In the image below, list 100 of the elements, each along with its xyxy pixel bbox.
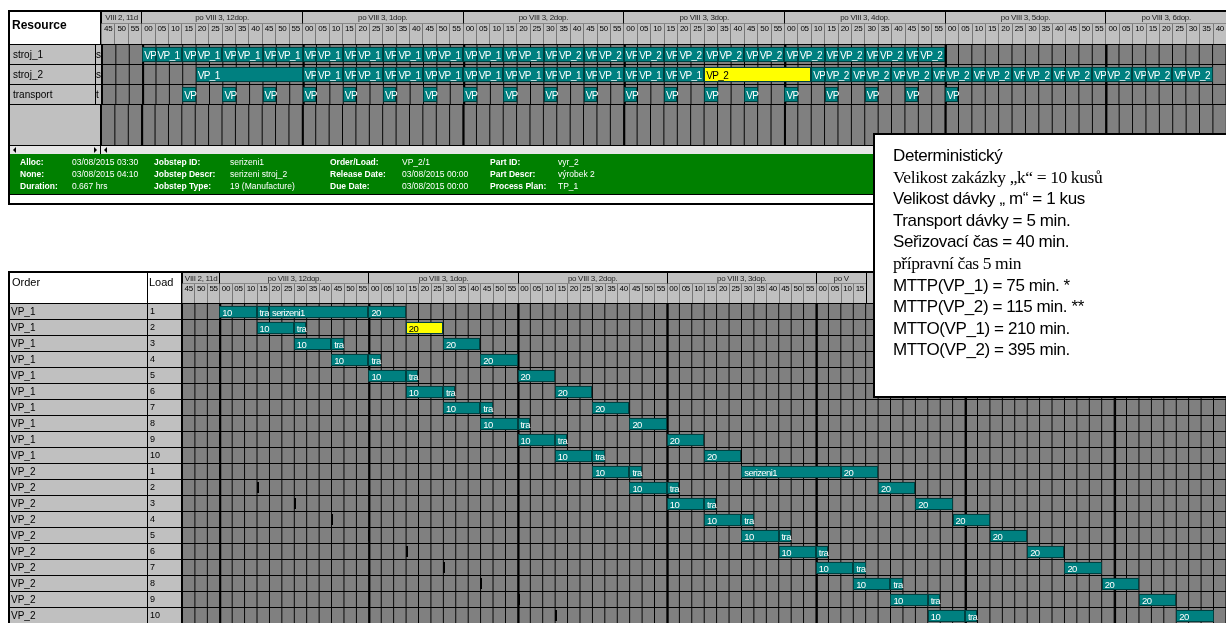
task-bar[interactable]: VP: [543, 87, 557, 102]
task-bar[interactable]: VP_2: [985, 67, 1012, 82]
task-bar[interactable]: VP: [383, 87, 397, 102]
task-bar[interactable]: VP: [423, 47, 437, 62]
task-bar[interactable]: 10: [443, 401, 481, 414]
order-cell[interactable]: VP_2: [10, 528, 148, 543]
task-bar[interactable]: VP_1: [556, 67, 584, 82]
task-bar[interactable]: 10: [815, 561, 854, 574]
order-cell[interactable]: VP_1: [10, 384, 148, 399]
task-bar[interactable]: VP_2: [637, 47, 664, 62]
task-bar[interactable]: VP: [262, 87, 276, 102]
task-bar[interactable]: VP_2: [878, 47, 905, 62]
task-bar[interactable]: tra: [368, 353, 381, 366]
task-bar[interactable]: 10: [405, 385, 443, 398]
scroll-right-icon[interactable]: [92, 146, 98, 153]
task-bar[interactable]: 10: [666, 497, 704, 510]
scrollbar[interactable]: [10, 145, 101, 154]
task-bar[interactable]: 10: [592, 465, 630, 478]
task-bar[interactable]: 20: [840, 465, 878, 478]
task-bar[interactable]: tra: [331, 337, 344, 350]
task-bar[interactable]: VP_2: [837, 47, 865, 62]
task-bar[interactable]: VP_2: [824, 67, 852, 82]
resource-label[interactable]: stroj_2: [10, 65, 96, 84]
task-bar[interactable]: serizeni1: [269, 305, 369, 318]
task-bar[interactable]: VP_2: [704, 67, 812, 82]
task-bar[interactable]: VP: [503, 67, 517, 82]
task-bar[interactable]: VP_1: [516, 47, 544, 62]
task-bar[interactable]: 20: [554, 385, 593, 398]
order-cell[interactable]: VP_1: [10, 352, 148, 367]
task-bar[interactable]: VP: [784, 87, 798, 102]
task-bar[interactable]: VP: [583, 87, 598, 102]
order-cell[interactable]: VP_1: [10, 432, 148, 447]
task-bar[interactable]: VP: [784, 47, 798, 62]
order-cell[interactable]: VP_1: [10, 368, 148, 383]
task-bar[interactable]: VP: [142, 47, 156, 62]
task-bar[interactable]: VP_2: [945, 67, 972, 82]
task-bar[interactable]: 10: [704, 513, 742, 526]
scroll-left-icon[interactable]: [12, 146, 18, 153]
task-bar[interactable]: 10: [517, 433, 555, 446]
task-bar[interactable]: 10: [554, 449, 593, 462]
task-bar[interactable]: VP: [222, 87, 236, 102]
order-cell[interactable]: VP_1: [10, 400, 148, 415]
task-bar[interactable]: VP: [503, 87, 517, 102]
task-bar[interactable]: VP_2: [556, 47, 584, 62]
task-bar[interactable]: VP: [623, 87, 638, 102]
task-bar[interactable]: VP: [704, 47, 718, 62]
task-bar[interactable]: VP_2: [864, 67, 892, 82]
order-cell[interactable]: VP_2: [10, 496, 148, 511]
task-bar[interactable]: 20: [1027, 545, 1065, 558]
task-bar[interactable]: VP_2: [1145, 67, 1173, 82]
task-bar[interactable]: 10: [368, 369, 406, 382]
task-bar[interactable]: VP: [891, 67, 905, 82]
task-bar[interactable]: 20: [1139, 593, 1177, 606]
task-bar[interactable]: tra: [853, 561, 866, 574]
task-bar[interactable]: VP_2: [1105, 67, 1133, 82]
task-bar[interactable]: 20: [704, 449, 742, 462]
task-bar[interactable]: 20: [517, 369, 555, 382]
task-bar[interactable]: tra: [965, 609, 978, 622]
task-bar[interactable]: VP_1: [637, 67, 664, 82]
task-bar[interactable]: 20: [878, 481, 916, 494]
task-bar[interactable]: 10: [480, 417, 518, 430]
order-cell[interactable]: VP_2: [10, 512, 148, 527]
resource-label[interactable]: stroj_1: [10, 45, 96, 64]
task-bar[interactable]: VP_2: [677, 47, 705, 62]
task-bar[interactable]: VP: [704, 87, 718, 102]
task-bar[interactable]: tra: [592, 449, 605, 462]
task-bar[interactable]: VP_1: [396, 67, 424, 82]
task-bar[interactable]: 20: [666, 433, 704, 446]
task-bar[interactable]: VP_1: [396, 47, 424, 62]
task-bar[interactable]: VP: [1092, 67, 1106, 82]
task-bar[interactable]: VP: [744, 87, 758, 102]
task-bar[interactable]: 10: [256, 321, 294, 334]
task-bar[interactable]: VP: [463, 47, 477, 62]
task-bar[interactable]: VP: [423, 67, 437, 82]
task-bar[interactable]: VP_1: [275, 47, 303, 62]
task-bar[interactable]: VP_1: [597, 67, 624, 82]
task-bar[interactable]: 20: [480, 353, 518, 366]
task-bar[interactable]: VP: [904, 87, 919, 102]
task-bar[interactable]: VP_1: [316, 47, 343, 62]
task-bar[interactable]: VP_1: [476, 47, 504, 62]
task-bar[interactable]: VP: [664, 87, 678, 102]
task-bar[interactable]: 20: [592, 401, 630, 414]
task-bar[interactable]: 10: [853, 577, 891, 590]
task-bar[interactable]: 10: [219, 305, 257, 318]
task-bar[interactable]: 10: [778, 545, 816, 558]
order-cell[interactable]: VP_1: [10, 416, 148, 431]
task-bar[interactable]: VP: [503, 47, 517, 62]
task-bar[interactable]: 20: [629, 417, 667, 430]
task-bar[interactable]: VP: [342, 87, 357, 102]
task-bar[interactable]: 10: [331, 353, 369, 366]
task-bar[interactable]: VP: [851, 67, 865, 82]
task-bar[interactable]: VP_2: [717, 47, 745, 62]
task-bar[interactable]: VP_2: [918, 47, 945, 62]
resource-label[interactable]: transport: [10, 85, 96, 104]
task-bar[interactable]: VP_1: [316, 67, 343, 82]
task-bar[interactable]: tra: [890, 577, 903, 590]
task-bar[interactable]: VP: [1132, 67, 1146, 82]
task-bar[interactable]: 20: [368, 305, 406, 318]
task-bar[interactable]: 20: [989, 529, 1028, 542]
task-bar[interactable]: tra: [704, 497, 717, 510]
